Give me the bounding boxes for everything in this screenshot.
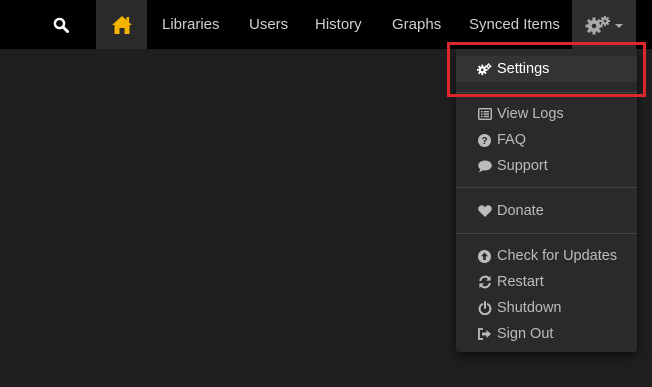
- menu-sign-out[interactable]: Sign Out: [456, 321, 637, 347]
- menu-divider: [456, 187, 637, 188]
- home-icon: [111, 15, 132, 34]
- menu-view-logs-label: View Logs: [497, 106, 564, 122]
- arrow-circle-up-icon: [477, 249, 492, 264]
- power-off-icon: [477, 301, 492, 316]
- menu-shutdown[interactable]: Shutdown: [456, 295, 637, 321]
- list-alt-icon: [477, 107, 492, 122]
- menu-view-logs[interactable]: View Logs: [456, 101, 637, 127]
- menu-restart-label: Restart: [497, 274, 544, 290]
- menu-settings[interactable]: Settings: [456, 56, 637, 82]
- home-button[interactable]: [96, 0, 147, 49]
- nav-libraries[interactable]: Libraries: [162, 0, 220, 49]
- menu-support[interactable]: Support: [456, 153, 637, 179]
- caret-down-icon: [615, 23, 623, 28]
- menu-faq-label: FAQ: [497, 132, 527, 148]
- menu-divider: [456, 92, 637, 93]
- heart-icon: [477, 204, 492, 219]
- menu-settings-label: Settings: [497, 61, 550, 77]
- svg-text:?: ?: [481, 136, 487, 147]
- menu-divider: [456, 233, 637, 234]
- comment-icon: [477, 159, 492, 174]
- cogs-icon: [477, 62, 492, 77]
- cogs-icon: [585, 15, 610, 34]
- search-button[interactable]: [44, 0, 78, 49]
- settings-dropdown-toggle[interactable]: [572, 0, 636, 49]
- menu-sign-out-label: Sign Out: [497, 326, 554, 342]
- sign-out-icon: [477, 327, 492, 342]
- menu-shutdown-label: Shutdown: [497, 300, 562, 316]
- settings-dropdown-menu: Settings View Logs ? FAQ Support Donate …: [456, 49, 637, 352]
- nav-users[interactable]: Users: [249, 0, 288, 49]
- top-navbar: Libraries Users History Graphs Synced It…: [0, 0, 652, 49]
- search-icon: [53, 17, 69, 33]
- menu-donate-label: Donate: [497, 203, 544, 219]
- nav-synced-items[interactable]: Synced Items: [469, 0, 560, 49]
- nav-history[interactable]: History: [315, 0, 362, 49]
- question-circle-icon: ?: [477, 133, 492, 148]
- menu-faq[interactable]: ? FAQ: [456, 127, 637, 153]
- menu-support-label: Support: [497, 158, 548, 174]
- menu-restart[interactable]: Restart: [456, 269, 637, 295]
- menu-check-updates-label: Check for Updates: [497, 248, 618, 264]
- menu-check-updates[interactable]: Check for Updates: [456, 243, 637, 269]
- menu-donate[interactable]: Donate: [456, 198, 637, 224]
- refresh-icon: [477, 275, 492, 290]
- nav-graphs[interactable]: Graphs: [392, 0, 441, 49]
